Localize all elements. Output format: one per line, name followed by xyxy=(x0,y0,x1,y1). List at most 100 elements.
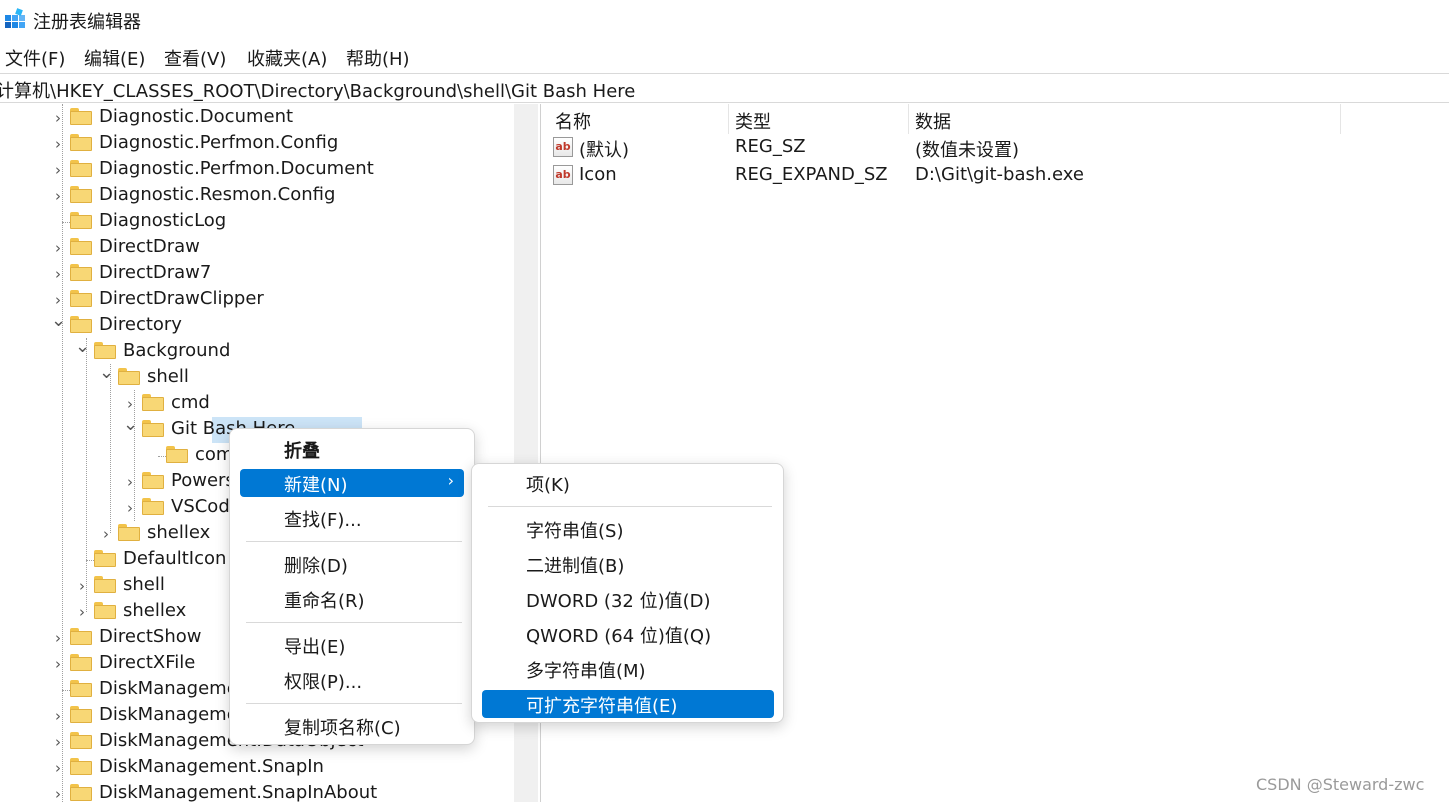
tree-node-label: DiskManagement.SnapIn xyxy=(99,756,324,777)
folder-icon xyxy=(70,264,92,281)
chevron-down-icon[interactable]: ⌄ xyxy=(123,415,138,435)
submenu-item-binary-value[interactable]: 二进制值(B) xyxy=(480,550,772,578)
tree-node[interactable]: › DirectDrawClipper xyxy=(0,287,514,313)
tree-node[interactable]: › Diagnostic.Document xyxy=(0,105,514,131)
value-type: REG_EXPAND_SZ xyxy=(735,164,888,185)
tree-node-label: shellex xyxy=(147,522,211,543)
tree-node[interactable]: › Diagnostic.Resmon.Config xyxy=(0,183,514,209)
submenu-item-key[interactable]: 项(K) xyxy=(480,469,772,497)
tree-node-label: cmd xyxy=(171,392,210,413)
chevron-right-icon[interactable]: › xyxy=(51,758,65,778)
tree-node-label: DirectDraw xyxy=(99,236,200,257)
menu-item-label: 查找(F)... xyxy=(284,510,362,531)
tree-node[interactable]: ⌄ Background xyxy=(0,337,514,365)
folder-icon-body xyxy=(70,735,92,749)
chevron-right-icon[interactable]: › xyxy=(51,732,65,752)
tree-node-label: Diagnostic.Document xyxy=(99,106,294,127)
chevron-right-icon[interactable]: › xyxy=(51,160,65,180)
folder-icon-body xyxy=(70,293,92,307)
column-divider[interactable] xyxy=(728,104,729,134)
column-header-data[interactable]: 数据 xyxy=(915,108,951,134)
folder-icon xyxy=(94,550,116,567)
folder-icon-body xyxy=(70,787,92,801)
tree-node[interactable]: › cmd xyxy=(0,391,514,417)
address-path[interactable]: 计算机\HKEY_CLASSES_ROOT\Directory\Backgrou… xyxy=(0,77,635,103)
folder-icon-body xyxy=(70,137,92,151)
tree-node[interactable]: › Diagnostic.Perfmon.Config xyxy=(0,131,514,157)
menu-item-permissions[interactable]: 权限(P)... xyxy=(238,666,464,694)
tree-node-label: DiagnosticLog xyxy=(99,210,227,231)
folder-icon xyxy=(94,342,116,359)
chevron-right-icon[interactable]: › xyxy=(123,472,137,492)
folder-icon-body xyxy=(70,163,92,177)
menu-item-export[interactable]: 导出(E) xyxy=(238,631,464,659)
menu-item-delete[interactable]: 删除(D) xyxy=(238,550,464,578)
folder-icon xyxy=(118,524,140,541)
tree-node[interactable]: › DirectDraw xyxy=(0,235,514,261)
folder-icon-body xyxy=(118,527,140,541)
tree-node[interactable]: › DiskManagement.SnapInAbout xyxy=(0,781,514,802)
submenu-item-multi-string-value[interactable]: 多字符串值(M) xyxy=(480,655,772,683)
menu-separator xyxy=(488,506,772,507)
folder-icon xyxy=(70,706,92,723)
chevron-right-icon[interactable]: › xyxy=(51,108,65,128)
chevron-right-icon[interactable]: › xyxy=(51,264,65,284)
chevron-right-icon[interactable]: › xyxy=(51,706,65,726)
folder-icon xyxy=(70,186,92,203)
folder-icon xyxy=(70,732,92,749)
folder-icon-body xyxy=(94,579,116,593)
menu-item-copy-key-name[interactable]: 复制项名称(C) xyxy=(238,712,464,740)
folder-icon xyxy=(70,316,92,333)
tree-node[interactable]: › DiskManagement.SnapIn xyxy=(0,755,514,781)
chevron-right-icon[interactable]: › xyxy=(51,784,65,802)
folder-icon-body xyxy=(70,709,92,723)
menu-item-label: 删除(D) xyxy=(284,556,348,577)
chevron-right-icon[interactable]: › xyxy=(51,186,65,206)
menu-item-collapse[interactable]: 折叠 xyxy=(238,435,464,463)
chevron-right-icon[interactable]: › xyxy=(51,290,65,310)
submenu-item-expandable-string-value[interactable]: 可扩充字符串值(E) xyxy=(482,690,774,718)
column-header-type[interactable]: 类型 xyxy=(735,108,771,134)
tree-node[interactable]: › Diagnostic.Perfmon.Document xyxy=(0,157,514,183)
tree-node[interactable]: DiagnosticLog xyxy=(0,209,514,235)
chevron-down-icon[interactable]: ⌄ xyxy=(51,311,66,331)
chevron-right-icon[interactable]: › xyxy=(75,602,89,622)
chevron-right-icon[interactable]: › xyxy=(99,524,113,544)
column-divider[interactable] xyxy=(908,104,909,134)
menu-item-label: 多字符串值(M) xyxy=(526,661,646,682)
chevron-down-icon[interactable]: ⌄ xyxy=(75,337,90,357)
column-header-name[interactable]: 名称 xyxy=(555,108,591,134)
submenu-item-string-value[interactable]: 字符串值(S) xyxy=(480,515,772,543)
value-row[interactable]: ab Icon REG_EXPAND_SZ D:\Git\git-bash.ex… xyxy=(548,162,1448,190)
menu-item-label: 复制项名称(C) xyxy=(284,718,401,739)
chevron-right-icon[interactable]: › xyxy=(123,394,137,414)
folder-icon xyxy=(70,654,92,671)
menu-item-find[interactable]: 查找(F)... xyxy=(238,504,464,532)
chevron-right-icon[interactable]: › xyxy=(51,134,65,154)
chevron-down-icon[interactable]: ⌄ xyxy=(99,363,114,383)
chevron-right-icon[interactable]: › xyxy=(75,576,89,596)
menu-file[interactable]: 文件(F) xyxy=(3,45,67,71)
tree-node-label: DirectDrawClipper xyxy=(99,288,264,309)
tree-node-label: DirectShow xyxy=(99,626,202,647)
chevron-right-icon[interactable]: › xyxy=(51,654,65,674)
chevron-right-icon[interactable]: › xyxy=(123,498,137,518)
address-bar[interactable]: 计算机\HKEY_CLASSES_ROOT\Directory\Backgrou… xyxy=(0,73,1449,103)
column-divider[interactable] xyxy=(1340,104,1341,134)
tree-node[interactable]: ⌄ shell xyxy=(0,363,514,391)
menu-item-new[interactable]: 新建(N) › xyxy=(240,469,464,497)
tree-node[interactable]: › DirectDraw7 xyxy=(0,261,514,287)
menu-item-label: DWORD (32 位)值(D) xyxy=(526,591,711,612)
registry-editor-icon xyxy=(5,8,25,28)
menu-item-rename[interactable]: 重命名(R) xyxy=(238,585,464,613)
menu-favorites[interactable]: 收藏夹(A) xyxy=(245,45,329,71)
folder-icon-body xyxy=(142,423,164,437)
menu-view[interactable]: 查看(V) xyxy=(162,45,228,71)
menu-edit[interactable]: 编辑(E) xyxy=(82,45,147,71)
submenu-item-qword-value[interactable]: QWORD (64 位)值(Q) xyxy=(480,620,772,648)
menu-help[interactable]: 帮助(H) xyxy=(344,45,412,71)
value-row[interactable]: ab (默认) REG_SZ (数值未设置) xyxy=(548,134,1448,162)
submenu-item-dword-value[interactable]: DWORD (32 位)值(D) xyxy=(480,585,772,613)
chevron-right-icon[interactable]: › xyxy=(51,238,65,258)
chevron-right-icon[interactable]: › xyxy=(51,628,65,648)
